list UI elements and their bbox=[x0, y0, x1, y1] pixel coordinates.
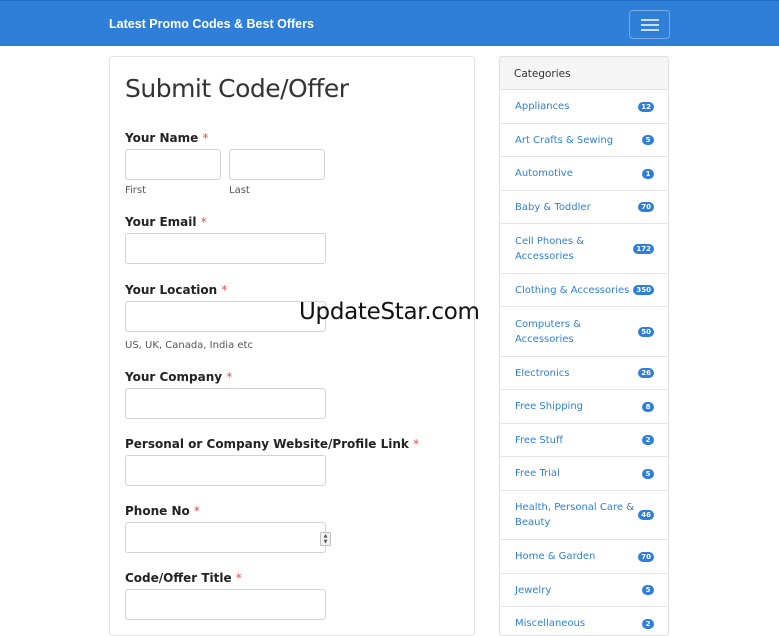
category-item[interactable]: Home & Garden 70 bbox=[500, 540, 668, 574]
category-item[interactable]: Automotive 1 bbox=[500, 157, 668, 191]
categories-panel: Categories Appliances 12 Art Crafts & Se… bbox=[499, 56, 669, 636]
category-link[interactable]: Art Crafts & Sewing bbox=[515, 133, 642, 148]
required-mark: * bbox=[235, 571, 242, 585]
category-item[interactable]: Free Shipping 8 bbox=[500, 390, 668, 424]
offer-title-input[interactable] bbox=[125, 589, 326, 620]
watermark-text: UpdateStar.com bbox=[299, 299, 480, 325]
category-item[interactable]: Art Crafts & Sewing 5 bbox=[500, 124, 668, 157]
last-name-input[interactable] bbox=[229, 149, 325, 180]
submit-offer-form: Submit Code/Offer Your Name * First Last… bbox=[109, 56, 475, 636]
category-item[interactable]: Health, Personal Care & Beauty 46 bbox=[500, 491, 668, 540]
offer-title-label-text: Code/Offer Title bbox=[125, 571, 232, 585]
offer-title-label: Code/Offer Title * bbox=[125, 571, 242, 585]
category-item[interactable]: Jewelry 5 bbox=[500, 574, 668, 607]
category-count-badge: 172 bbox=[633, 243, 654, 254]
website-input[interactable] bbox=[125, 455, 326, 486]
category-link[interactable]: Free Shipping bbox=[515, 399, 642, 414]
email-input[interactable] bbox=[125, 233, 326, 264]
email-label-text: Your Email bbox=[125, 215, 197, 229]
required-mark: * bbox=[200, 215, 207, 229]
category-item[interactable]: Computers & Accessories 50 bbox=[500, 307, 668, 357]
company-label-text: Your Company bbox=[125, 370, 223, 384]
website-label-text: Personal or Company Website/Profile Link bbox=[125, 437, 409, 451]
category-link[interactable]: Cell Phones & Accessories bbox=[515, 234, 633, 264]
category-link[interactable]: Free Stuff bbox=[515, 433, 642, 448]
category-count-badge: 26 bbox=[638, 368, 654, 378]
category-link[interactable]: Home & Garden bbox=[515, 549, 638, 564]
category-count-badge: 1 bbox=[642, 168, 654, 179]
category-count-badge: 5 bbox=[642, 135, 654, 145]
category-count-badge: 5 bbox=[642, 585, 654, 595]
location-label: Your Location * bbox=[125, 283, 227, 297]
form-title: Submit Code/Offer bbox=[125, 74, 349, 103]
category-link[interactable]: Health, Personal Care & Beauty bbox=[515, 500, 638, 530]
required-mark: * bbox=[413, 437, 420, 451]
category-item[interactable]: Cell Phones & Accessories 172 bbox=[500, 224, 668, 274]
category-count-badge: 8 bbox=[642, 401, 654, 412]
category-count-badge: 70 bbox=[638, 551, 654, 562]
last-name-help: Last bbox=[229, 185, 250, 196]
number-spinner[interactable]: ▲ ▼ bbox=[320, 532, 331, 546]
top-navbar: Latest Promo Codes & Best Offers bbox=[0, 0, 779, 46]
required-mark: * bbox=[221, 283, 228, 297]
categories-header: Categories bbox=[500, 57, 668, 90]
category-link[interactable]: Jewelry bbox=[515, 583, 642, 598]
category-count-badge: 5 bbox=[642, 468, 654, 479]
location-label-text: Your Location bbox=[125, 283, 218, 297]
category-item[interactable]: Miscellaneous 2 bbox=[500, 607, 668, 635]
first-name-help: First bbox=[125, 185, 147, 196]
name-label-text: Your Name bbox=[125, 131, 199, 145]
email-label: Your Email * bbox=[125, 215, 207, 229]
location-input[interactable] bbox=[125, 301, 326, 332]
company-label: Your Company * bbox=[125, 370, 232, 384]
phone-label: Phone No * bbox=[125, 504, 200, 518]
site-brand[interactable]: Latest Promo Codes & Best Offers bbox=[109, 17, 314, 31]
phone-label-text: Phone No bbox=[125, 504, 190, 518]
required-mark: * bbox=[226, 370, 233, 384]
website-label: Personal or Company Website/Profile Link… bbox=[125, 437, 419, 451]
category-item[interactable]: Electronics 26 bbox=[500, 357, 668, 390]
category-count-badge: 350 bbox=[633, 285, 654, 295]
category-link[interactable]: Clothing & Accessories bbox=[515, 283, 633, 298]
category-item[interactable]: Clothing & Accessories 350 bbox=[500, 274, 668, 307]
name-label: Your Name * bbox=[125, 131, 208, 145]
navbar-toggle-button[interactable] bbox=[629, 10, 670, 39]
required-mark: * bbox=[193, 504, 200, 518]
category-link[interactable]: Automotive bbox=[515, 166, 642, 181]
category-link[interactable]: Appliances bbox=[515, 99, 638, 114]
category-item[interactable]: Free Trial 5 bbox=[500, 457, 668, 491]
category-count-badge: 46 bbox=[638, 510, 654, 520]
location-help: US, UK, Canada, India etc bbox=[125, 340, 253, 351]
category-count-badge: 2 bbox=[642, 435, 654, 445]
first-name-input[interactable] bbox=[125, 149, 221, 180]
category-link[interactable]: Free Trial bbox=[515, 466, 642, 481]
category-item[interactable]: Free Stuff 2 bbox=[500, 424, 668, 457]
phone-input[interactable]: ▲ ▼ bbox=[125, 522, 331, 553]
category-link[interactable]: Computers & Accessories bbox=[515, 317, 638, 347]
category-count-badge: 12 bbox=[638, 101, 654, 112]
category-item[interactable]: Appliances 12 bbox=[500, 90, 668, 124]
company-input[interactable] bbox=[125, 388, 326, 419]
category-item[interactable]: Baby & Toddler 70 bbox=[500, 191, 668, 224]
category-count-badge: 50 bbox=[638, 326, 654, 337]
category-link[interactable]: Baby & Toddler bbox=[515, 200, 638, 215]
category-link[interactable]: Electronics bbox=[515, 366, 638, 381]
category-count-badge: 70 bbox=[638, 202, 654, 212]
required-mark: * bbox=[202, 131, 209, 145]
spinner-down-icon[interactable]: ▼ bbox=[324, 539, 328, 545]
